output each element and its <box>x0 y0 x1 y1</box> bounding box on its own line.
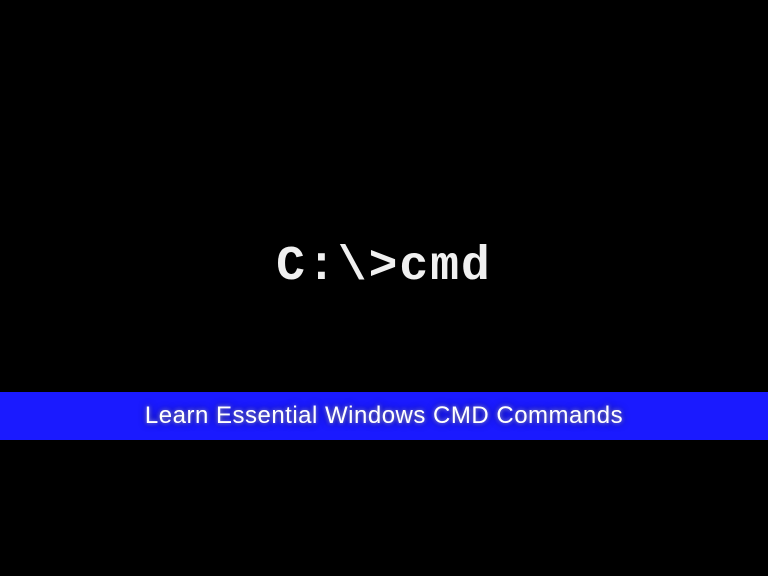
title-banner: Learn Essential Windows CMD Commands <box>0 392 768 440</box>
banner-title: Learn Essential Windows CMD Commands <box>145 402 623 430</box>
command-prompt: C:\>cmd <box>276 240 492 294</box>
terminal-screen: C:\>cmd <box>0 0 768 576</box>
